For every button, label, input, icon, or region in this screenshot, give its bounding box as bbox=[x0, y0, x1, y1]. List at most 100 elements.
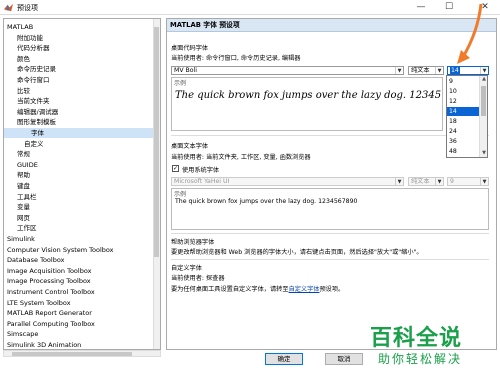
tree-item[interactable]: MATLAB bbox=[7, 22, 33, 32]
scroll-up-icon[interactable]: ▲ bbox=[480, 76, 488, 83]
tree-item-label: 变量 bbox=[17, 203, 30, 212]
tree-item[interactable]: Image Processing Toolbox bbox=[7, 276, 91, 286]
tree-item-label: 工作区 bbox=[17, 224, 37, 233]
tree-item-label: 编辑器/调试器 bbox=[17, 107, 59, 116]
tree-item-label: 常规 bbox=[17, 150, 30, 159]
title-bar: 预设项 — ☐ ✕ bbox=[0, 0, 500, 15]
tree-item[interactable]: Parallel Computing Toolbox bbox=[7, 319, 95, 329]
cancel-button[interactable]: 取消 bbox=[325, 353, 363, 365]
code-font-name-value: MV Boli bbox=[174, 67, 198, 74]
tree-item[interactable]: 附加功能 bbox=[17, 33, 43, 43]
tree-item[interactable]: Instrument Control Toolbox bbox=[7, 287, 95, 297]
tree-item[interactable]: 工作区 bbox=[17, 223, 37, 233]
tree-item[interactable]: LTE System Toolbox bbox=[7, 298, 71, 308]
font-size-option[interactable]: 24 bbox=[447, 127, 480, 136]
divider bbox=[171, 135, 489, 136]
tree-item-label: Simulink bbox=[7, 235, 35, 243]
font-size-option[interactable]: 18 bbox=[447, 117, 480, 126]
tree-item[interactable]: 当前文件夹 bbox=[17, 96, 50, 106]
font-size-option[interactable]: 14 bbox=[447, 107, 480, 116]
text-font-style-value: 纯文本 bbox=[411, 178, 430, 185]
text-sample-text: The quick brown fox jumps over the lazy … bbox=[175, 198, 358, 205]
font-size-option[interactable]: 10 bbox=[447, 87, 480, 96]
font-size-option[interactable]: 36 bbox=[447, 137, 480, 146]
text-font-style-select[interactable]: 纯文本 ▼ bbox=[408, 177, 444, 186]
watermark-logo: 百科全说 助你轻松解决 bbox=[366, 318, 498, 370]
tree-item-label: Image Acquisition Toolbox bbox=[7, 266, 92, 275]
tree-vertical-scrollbar[interactable] bbox=[153, 19, 160, 349]
chevron-down-icon: ▼ bbox=[395, 178, 403, 185]
text-font-size-value: 9 bbox=[450, 178, 454, 185]
custom-font-link[interactable]: 自定义字体 bbox=[289, 286, 320, 293]
code-font-style-select[interactable]: 纯文本 ▼ bbox=[408, 66, 444, 75]
tree-item[interactable]: 键盘 bbox=[17, 181, 30, 191]
tree-item-label: GUIDE bbox=[17, 160, 38, 169]
code-sample-caption: 示例 bbox=[174, 80, 187, 87]
tree-item[interactable]: Computer Vision System Toolbox bbox=[7, 245, 114, 255]
watermark-title: 百科全说 bbox=[370, 326, 463, 351]
tree-item[interactable]: 编辑器/调试器 bbox=[17, 107, 58, 117]
tree-item[interactable]: 变量 bbox=[17, 202, 30, 212]
tree-hscroll-thumb[interactable] bbox=[12, 352, 132, 356]
tree-item[interactable]: 命令历史记录 bbox=[17, 64, 56, 74]
font-size-option[interactable]: 12 bbox=[447, 97, 480, 106]
dropdown-scrollbar[interactable]: ▲ ▼ bbox=[479, 76, 487, 157]
code-font-name-select[interactable]: MV Boli ▼ bbox=[171, 66, 404, 75]
text-font-name-select[interactable]: Microsoft YaHei UI ▼ bbox=[171, 177, 404, 186]
minimize-button[interactable]: — bbox=[410, 0, 432, 15]
tree-item-label: 当前文件夹 bbox=[17, 97, 50, 106]
text-sample-caption: 示例 bbox=[174, 191, 187, 198]
font-size-dropdown-list[interactable]: 9 10 12 14 18 24 36 48 ▲ ▼ bbox=[446, 75, 488, 158]
custom-font-text-suffix: 预设项。 bbox=[319, 286, 345, 293]
tree-item[interactable]: 命令行窗口 bbox=[17, 75, 50, 85]
tree-item[interactable]: Image Acquisition Toolbox bbox=[7, 266, 91, 276]
desktop-text-font-title: 桌面文本字体 bbox=[171, 143, 209, 150]
tree-item-label: 字体 bbox=[31, 129, 44, 137]
tree-item[interactable]: 帮助 bbox=[17, 170, 30, 180]
tree-item[interactable]: 自定义 bbox=[24, 139, 44, 149]
tree-item[interactable]: Simulink 3D Animation bbox=[7, 340, 82, 349]
ok-button[interactable]: 确定 bbox=[265, 353, 303, 365]
tree-item[interactable]: GUIDE bbox=[17, 160, 38, 170]
tree-item[interactable]: 网页 bbox=[17, 213, 30, 223]
use-system-font-checkbox[interactable]: ✓ bbox=[172, 165, 179, 172]
watermark-subtitle: 助你轻松解决 bbox=[378, 352, 463, 366]
tree-item[interactable]: 字体 bbox=[4, 128, 154, 138]
tree-item-label: LTE System Toolbox bbox=[7, 298, 71, 307]
custom-font-text: 要为任何桌面工具设置自定义字体，请转至自定义字体预设项。 bbox=[171, 284, 344, 293]
text-font-name-value: Microsoft YaHei UI bbox=[174, 178, 230, 185]
tree-item-label: 代码分析器 bbox=[17, 44, 50, 53]
tree-item[interactable]: 颜色 bbox=[17, 54, 30, 64]
tree-item-label: MATLAB Report Generator bbox=[7, 309, 92, 318]
code-font-size-value: 14 bbox=[450, 67, 460, 74]
text-font-size-select[interactable]: 9 ▼ bbox=[447, 177, 489, 186]
tree-item[interactable]: Database Toolbox bbox=[7, 255, 64, 265]
tree-item-label: Simulink 3D Animation bbox=[7, 341, 82, 349]
tree-item[interactable]: Simulink bbox=[7, 234, 35, 244]
tree-item[interactable]: 常规 bbox=[17, 149, 30, 159]
tree-scroll-thumb[interactable] bbox=[154, 27, 159, 257]
tree-item[interactable]: 工具栏 bbox=[17, 192, 37, 202]
preferences-tree[interactable]: MATLAB 附加功能 代码分析器 颜色 命令历史记录 命令行窗口 比较当前文件夹 编辑器/调… bbox=[3, 18, 161, 350]
tree-item-label: 比较 bbox=[17, 86, 30, 95]
font-size-option[interactable]: 48 bbox=[447, 147, 480, 156]
tree-item[interactable]: 比较 bbox=[17, 86, 30, 96]
font-preferences-panel: MATLAB 字体 预设项 桌面代码字体 当前使用者: 命令行窗口, 命令历史记… bbox=[166, 18, 497, 350]
font-size-option[interactable]: 9 bbox=[447, 77, 480, 86]
tree-item[interactable]: MATLAB Report Generator bbox=[7, 308, 92, 318]
custom-font-title: 自定义字体 bbox=[171, 265, 202, 272]
tree-item-label: 网页 bbox=[17, 213, 30, 222]
text-font-sample: 示例 The quick brown fox jumps over the la… bbox=[171, 188, 489, 230]
dropdown-scroll-thumb[interactable] bbox=[481, 86, 486, 116]
scroll-down-icon[interactable]: ▼ bbox=[480, 150, 488, 157]
code-font-size-select[interactable]: 14 ▼ bbox=[447, 66, 489, 75]
tree-item-label: 键盘 bbox=[17, 182, 30, 190]
window-title: 预设项 bbox=[17, 4, 38, 12]
tree-item-label: Parallel Computing Toolbox bbox=[7, 319, 95, 328]
tree-item[interactable]: 代码分析器 bbox=[17, 43, 50, 53]
tree-item[interactable]: 图形复制模板 bbox=[17, 117, 56, 127]
tree-item[interactable]: Simscape bbox=[7, 329, 38, 339]
desktop-code-font-usage: 当前使用者: 命令行窗口, 命令历史记录, 编辑器 bbox=[171, 55, 301, 62]
tree-horizontal-scrollbar[interactable] bbox=[3, 350, 161, 357]
code-font-style-value: 纯文本 bbox=[411, 67, 430, 74]
